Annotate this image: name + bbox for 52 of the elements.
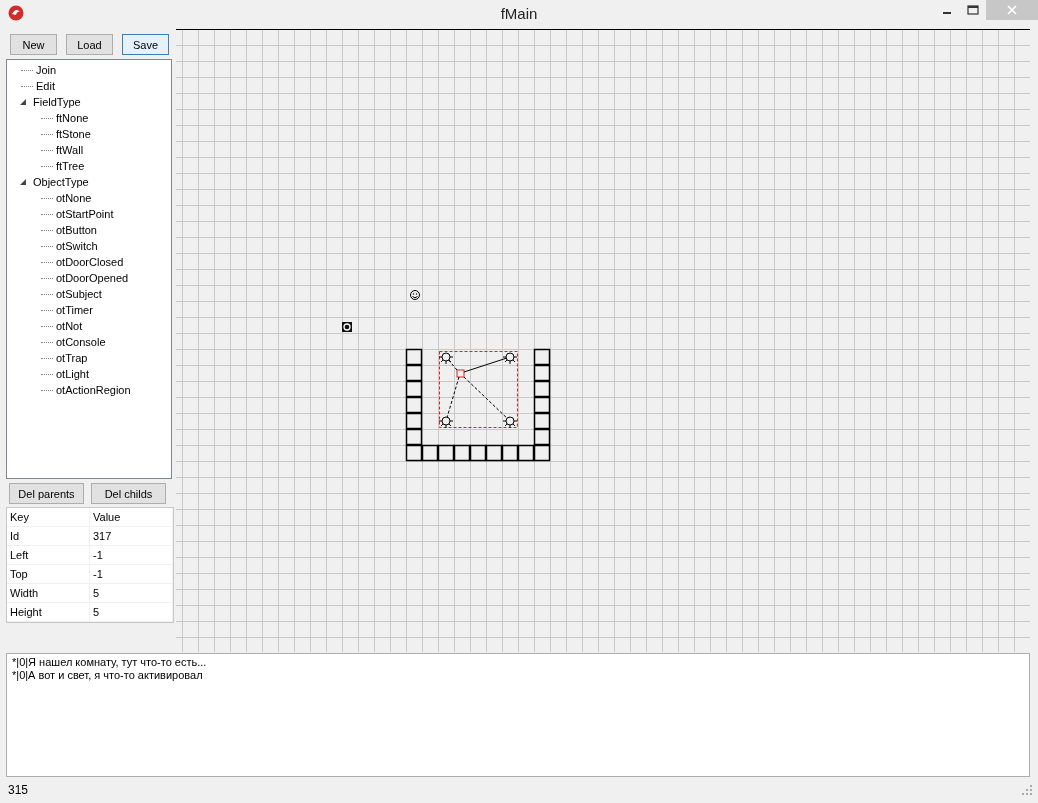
tree-item[interactable]: otTimer bbox=[56, 304, 93, 316]
tree-item[interactable]: Join bbox=[36, 64, 57, 76]
toolbar-button[interactable]: New bbox=[10, 34, 57, 55]
tree-item[interactable]: otTrap bbox=[56, 352, 88, 364]
tree-action-button[interactable]: Del parents bbox=[9, 483, 84, 504]
table-cell: Height bbox=[7, 603, 90, 621]
expanded-triangle-icon[interactable] bbox=[20, 98, 27, 106]
window-title: fMain bbox=[500, 4, 538, 22]
table-cell: 5 bbox=[90, 603, 173, 621]
close-icon bbox=[1007, 5, 1017, 15]
maximize-icon bbox=[967, 5, 979, 15]
tree-item[interactable]: otActionRegion bbox=[56, 384, 131, 396]
expanded-triangle-icon[interactable] bbox=[20, 178, 27, 186]
tree-item[interactable]: Edit bbox=[36, 80, 55, 92]
tree-item[interactable]: otButton bbox=[56, 224, 97, 236]
size-grip-icon[interactable] bbox=[1022, 785, 1032, 795]
tree-item[interactable]: otSwitch bbox=[56, 240, 98, 252]
tree-item[interactable]: otNone bbox=[56, 192, 92, 204]
table-cell: Top bbox=[7, 565, 90, 583]
table-cell: -1 bbox=[90, 565, 173, 583]
table-cell: -1 bbox=[90, 546, 173, 564]
tree-item[interactable]: otDoorOpened bbox=[56, 272, 129, 284]
ring-tile-icon bbox=[342, 322, 352, 332]
tree-item[interactable]: otStartPoint bbox=[56, 208, 114, 220]
tree-item[interactable]: ObjectType bbox=[33, 176, 89, 188]
tree-item[interactable]: FieldType bbox=[33, 96, 81, 108]
tree-item[interactable]: otLight bbox=[56, 368, 90, 380]
tree-item[interactable]: otNot bbox=[56, 320, 83, 332]
table-cell: Width bbox=[7, 584, 90, 602]
toolbar-button[interactable]: Save bbox=[122, 34, 169, 55]
tree-action-button[interactable]: Del childs bbox=[91, 483, 166, 504]
tree-item[interactable]: ftTree bbox=[56, 160, 85, 172]
tree-item[interactable]: ftWall bbox=[56, 144, 84, 156]
smiley-icon bbox=[410, 290, 420, 300]
status-text: 315 bbox=[8, 783, 29, 797]
app-icon bbox=[8, 4, 24, 21]
minimize-icon bbox=[943, 12, 951, 14]
table-cell: Left bbox=[7, 546, 90, 564]
tree-item[interactable]: otConsole bbox=[56, 336, 106, 348]
tree-item[interactable]: ftStone bbox=[56, 128, 91, 140]
log-textarea[interactable]: *|0|Я нашел комнату, тут что-то есть... *|0|А вот и свет, я что-то активировал bbox=[6, 653, 1030, 777]
toolbar-button[interactable]: Load bbox=[66, 34, 113, 55]
tree-item[interactable]: otDoorClosed bbox=[56, 256, 124, 268]
tree-item[interactable]: ftNone bbox=[56, 112, 89, 124]
log-line: *|0|А вот и свет, я что-то активировал bbox=[12, 669, 204, 682]
column-header: Key bbox=[7, 508, 90, 526]
table-cell: 5 bbox=[90, 584, 173, 602]
column-header: Value bbox=[90, 508, 173, 526]
table-cell: 317 bbox=[90, 527, 173, 545]
log-line: *|0|Я нашел комнату, тут что-то есть... bbox=[12, 656, 208, 669]
table-cell: Id bbox=[7, 527, 90, 545]
tree-item[interactable]: otSubject bbox=[56, 288, 102, 300]
